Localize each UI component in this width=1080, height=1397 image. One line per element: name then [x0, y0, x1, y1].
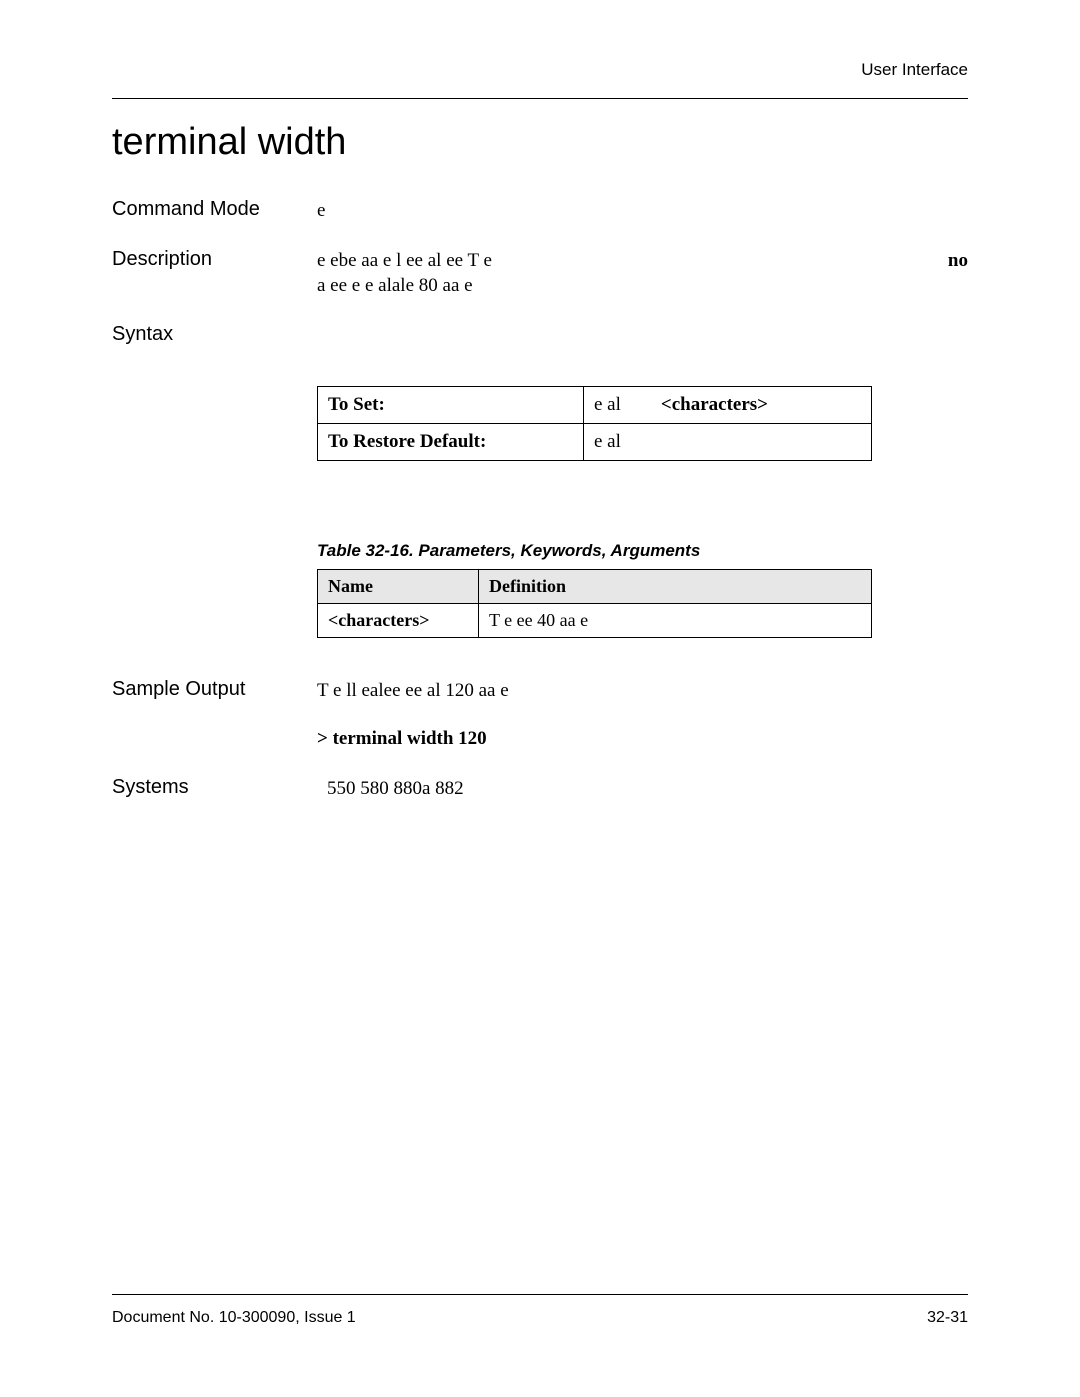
command-mode-value: e [317, 198, 968, 224]
syntax-row-restore: To Restore Default: e al [318, 423, 872, 460]
syntax-restore-label: To Restore Default: [318, 423, 584, 460]
footer-left: Document No. 10-300090, Issue 1 [112, 1309, 356, 1327]
param-table-header-row: Name Definition [318, 569, 872, 603]
param-table-caption: Table 32-16. Parameters, Keywords, Argum… [317, 541, 968, 561]
param-name: <characters> [318, 603, 479, 637]
syntax-table: To Set: e al <characters> To Restore Def… [317, 386, 872, 461]
systems-label: Systems [112, 776, 317, 799]
systems-value: 550 580 880a 882 [317, 776, 968, 802]
sample-output-row: Sample Output T e ll ealee ee al 120 aa … [112, 678, 968, 704]
param-definition: T e ee 40 aa e [479, 603, 872, 637]
footer-right: 32-31 [927, 1309, 968, 1327]
command-mode-row: Command Mode e [112, 198, 968, 224]
page-footer: Document No. 10-300090, Issue 1 32-31 [112, 1294, 968, 1327]
syntax-set-label: To Set: [318, 386, 584, 423]
document-page: User Interface terminal width Command Mo… [0, 0, 1080, 1397]
description-row: Description e ebe aa e l ee al ee T e no… [112, 248, 968, 299]
description-value: e ebe aa e l ee al ee T e no a ee e e al… [317, 248, 968, 299]
sample-output-command: > terminal width 120 [317, 728, 968, 750]
syntax-set-arg: <characters> [661, 394, 768, 416]
param-table-header-definition: Definition [479, 569, 872, 603]
description-label: Description [112, 248, 317, 271]
description-line2: a ee e e alale 80 aa e [317, 273, 968, 299]
description-no-keyword: no [948, 248, 968, 274]
param-table-row: <characters> T e ee 40 aa e [318, 603, 872, 637]
syntax-row: Syntax [112, 323, 968, 346]
page-title: terminal width [112, 121, 968, 164]
header-rule [112, 98, 968, 99]
syntax-label: Syntax [112, 323, 317, 346]
command-mode-label: Command Mode [112, 198, 317, 221]
sample-output-text: T e ll ealee ee al 120 aa e [317, 678, 968, 704]
syntax-row-set: To Set: e al <characters> [318, 386, 872, 423]
syntax-set-cmd: e al [594, 394, 621, 416]
syntax-restore-value: e al [584, 423, 872, 460]
description-line1: e ebe aa e l ee al ee T e [317, 248, 492, 274]
syntax-restore-cmd: e al [594, 431, 621, 453]
systems-row: Systems 550 580 880a 882 [112, 776, 968, 802]
syntax-set-value: e al <characters> [584, 386, 872, 423]
param-table: Name Definition <characters> T e ee 40 a… [317, 569, 872, 638]
param-table-header-name: Name [318, 569, 479, 603]
header-section: User Interface [112, 60, 968, 98]
sample-output-label: Sample Output [112, 678, 317, 701]
